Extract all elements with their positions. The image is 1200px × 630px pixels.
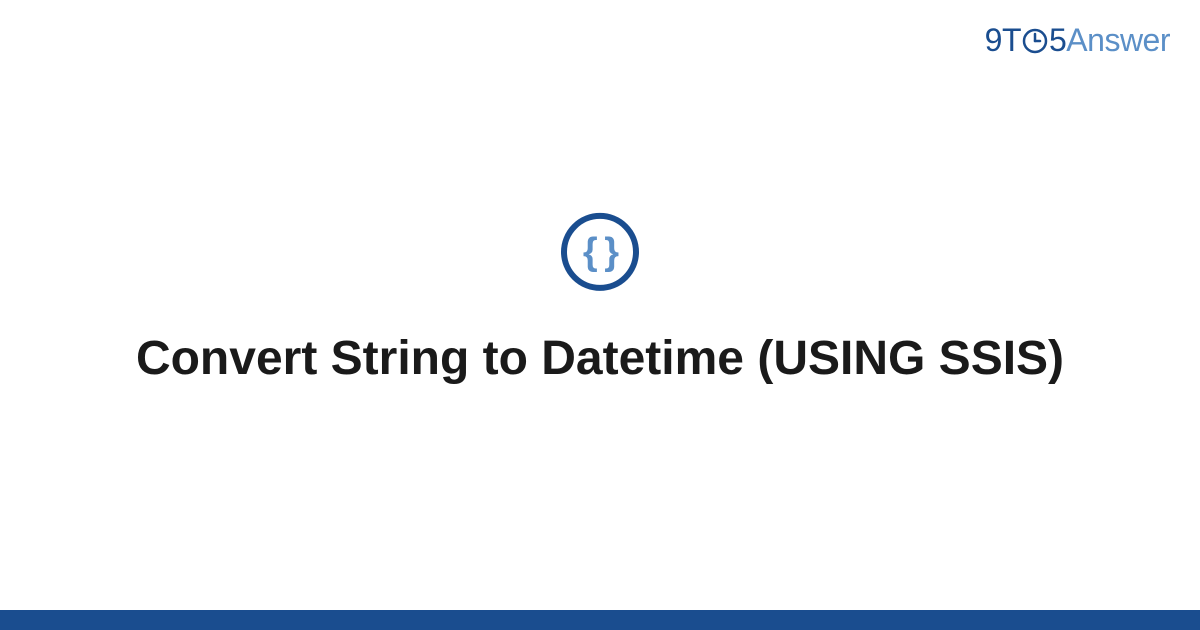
clock-icon bbox=[1022, 28, 1048, 54]
logo-text-9t: 9T bbox=[985, 22, 1021, 58]
site-logo: 9T 5Answer bbox=[985, 22, 1170, 59]
footer-accent-bar bbox=[0, 610, 1200, 630]
logo-text-answer: Answer bbox=[1066, 22, 1170, 58]
category-icon-circle: { } bbox=[561, 213, 639, 291]
code-braces-icon: { } bbox=[583, 230, 617, 273]
page-title: Convert String to Datetime (USING SSIS) bbox=[0, 329, 1200, 389]
logo-text-5: 5 bbox=[1049, 22, 1066, 58]
main-content: { } Convert String to Datetime (USING SS… bbox=[0, 213, 1200, 389]
